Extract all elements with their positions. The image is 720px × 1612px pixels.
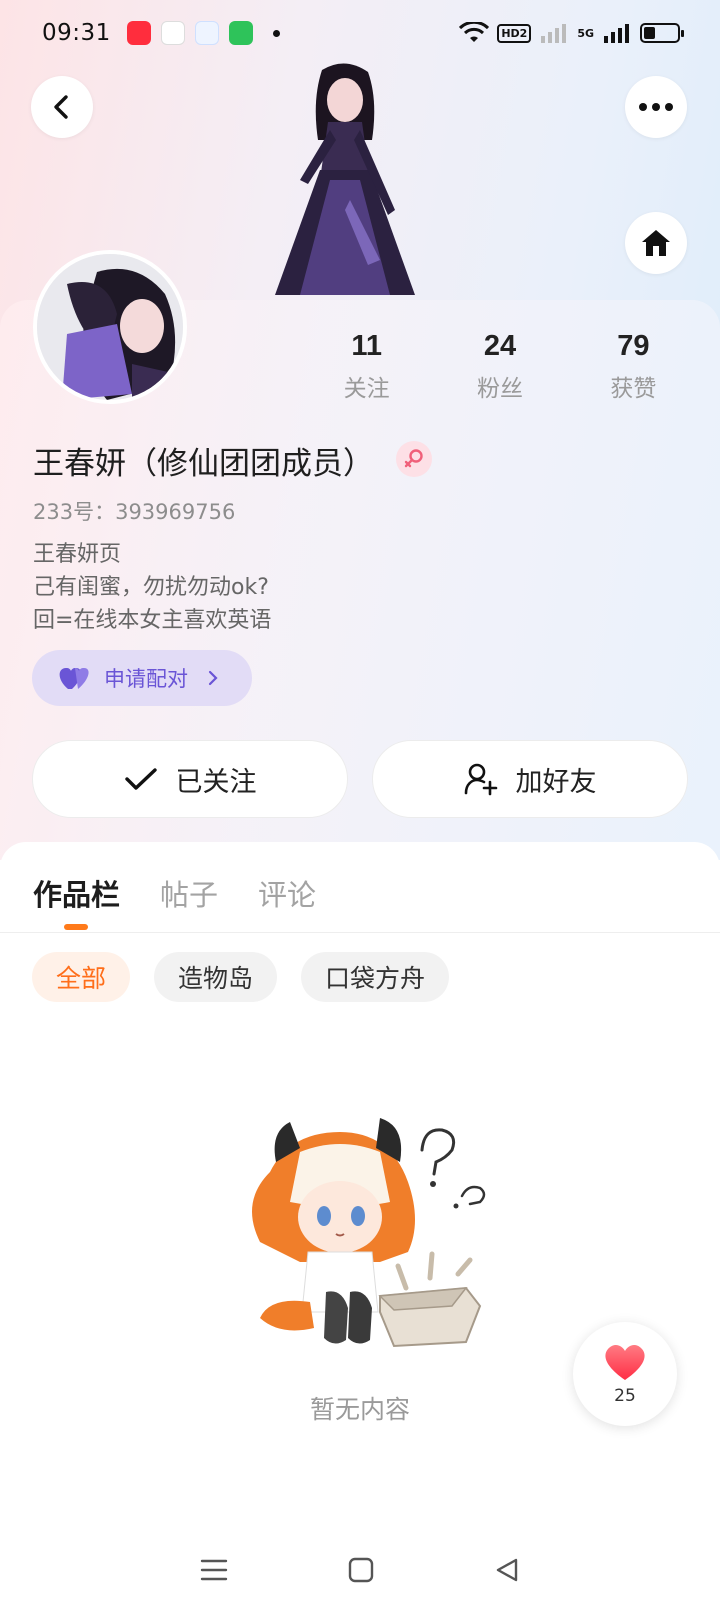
stat-likes[interactable]: 79 获赞 — [567, 330, 700, 403]
status-bar: 09:31 HD2 5G — [0, 0, 720, 66]
hd-badge: HD2 — [497, 23, 532, 43]
like-count: 25 — [614, 1386, 636, 1406]
gender-badge — [396, 441, 432, 477]
request-pairing-button[interactable]: 申请配对 — [32, 650, 252, 706]
stat-likes-count: 79 — [617, 330, 650, 362]
more-button[interactable] — [625, 76, 687, 138]
status-indicators: HD2 5G — [459, 22, 684, 44]
filter-creation-island-chip[interactable]: 造物岛 — [154, 952, 278, 1002]
network-type-label: 5G — [577, 26, 594, 40]
status-notification-icons — [126, 21, 280, 45]
tab-works[interactable]: 作品栏 — [33, 872, 120, 914]
status-time: 09:31 — [42, 20, 111, 46]
stat-likes-label: 获赞 — [610, 376, 657, 402]
followed-label: 已关注 — [175, 766, 257, 798]
avatar-image — [37, 254, 183, 400]
add-user-icon — [464, 763, 497, 796]
home-button[interactable] — [625, 212, 687, 274]
message-app-icon — [228, 21, 253, 45]
add-friend-button[interactable]: 加好友 — [372, 740, 688, 818]
stat-following[interactable]: 11 关注 — [300, 330, 433, 403]
signal-weak-icon — [541, 24, 567, 43]
tab-divider — [0, 932, 720, 933]
add-friend-label: 加好友 — [515, 766, 597, 798]
wifi-icon — [459, 22, 490, 42]
double-heart-icon — [59, 667, 89, 689]
filter-chips: 全部 造物岛 口袋方舟 — [32, 952, 450, 1002]
chevron-right-icon — [208, 670, 218, 686]
notification-app-icon — [126, 21, 151, 45]
notification-app-icon — [160, 21, 185, 45]
content-tabs: 作品栏 帖子 评论 — [33, 872, 316, 914]
heart-icon — [605, 1344, 645, 1380]
back-button[interactable] — [31, 76, 93, 138]
bio-line: 己有闺蜜，勿扰勿动ok? — [33, 575, 269, 600]
system-navigation-bar — [0, 1540, 720, 1600]
female-icon — [404, 449, 423, 468]
stat-following-count: 11 — [351, 330, 382, 362]
menu-icon[interactable] — [200, 1558, 228, 1582]
followed-button[interactable]: 已关注 — [32, 740, 348, 818]
stat-following-label: 关注 — [343, 376, 390, 402]
tab-comments[interactable]: 评论 — [258, 872, 316, 914]
notification-app-icon — [194, 21, 219, 45]
profile-stats: 11 关注 24 粉丝 79 获赞 — [300, 330, 700, 403]
user-avatar[interactable] — [33, 250, 187, 404]
works-section: 作品栏 帖子 评论 全部 造物岛 口袋方舟 暂无内容 — [0, 842, 720, 1612]
more-dots-icon — [639, 103, 673, 111]
more-notifications-dot — [272, 29, 280, 37]
user-id: 233号：393969756 — [33, 500, 236, 524]
home-icon — [642, 230, 670, 256]
stat-followers-label: 粉丝 — [476, 376, 523, 402]
empty-state-illustration — [252, 1118, 486, 1348]
bio-line: 回=在线本女主喜欢英语 — [33, 608, 272, 633]
tab-posts[interactable]: 帖子 — [160, 872, 218, 914]
request-pairing-label: 申请配对 — [104, 667, 188, 691]
battery-icon — [640, 23, 684, 43]
chevron-left-icon — [54, 95, 68, 119]
user-bio: 王春妍页 己有闺蜜，勿扰勿动ok? 回=在线本女主喜欢英语 — [33, 538, 271, 637]
battery-level — [644, 27, 655, 39]
stat-followers[interactable]: 24 粉丝 — [433, 330, 566, 403]
checkmark-icon — [124, 768, 157, 790]
banner-character-image — [275, 63, 415, 295]
bio-line: 王春妍页 — [33, 542, 122, 567]
filter-all-chip[interactable]: 全部 — [32, 952, 131, 1002]
like-floating-button[interactable]: 25 — [573, 1322, 677, 1426]
stat-followers-count: 24 — [483, 330, 517, 362]
active-tab-indicator — [64, 924, 88, 930]
signal-strength-icon — [604, 24, 629, 43]
filter-pocket-ark-chip[interactable]: 口袋方舟 — [301, 952, 450, 1002]
home-square-icon[interactable] — [348, 1557, 374, 1583]
back-triangle-icon[interactable] — [494, 1557, 520, 1583]
user-name: 王春妍（修仙团团成员） — [33, 446, 374, 482]
